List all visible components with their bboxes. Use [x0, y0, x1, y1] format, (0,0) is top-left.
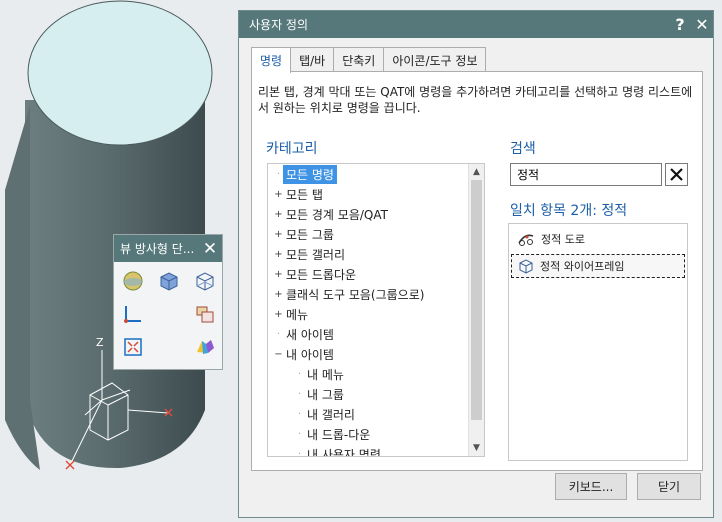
- clear-search-button[interactable]: [665, 163, 688, 186]
- tree-item-label: 내 메뉴: [307, 367, 344, 382]
- tree-item[interactable]: + 모든 탭: [268, 184, 484, 204]
- tree-item-label: 새 아이템: [286, 327, 334, 342]
- tree-item[interactable]: + 모든 드롭다운: [268, 264, 484, 284]
- tree-item[interactable]: · 내 메뉴: [268, 364, 484, 384]
- road-icon: [518, 234, 534, 246]
- tree-item[interactable]: + 모든 갤러리: [268, 244, 484, 264]
- category-tree[interactable]: · 모든 명령 + 모든 탭 + 모든 경계 모음/QAT + 모든 그룹 + 모든 갤러리 + 모든…: [267, 163, 485, 457]
- tree-item-label: 내 갤러리: [307, 407, 355, 422]
- tree-item-label: 내 드롭-다운: [307, 427, 371, 442]
- expander-icon[interactable]: +: [274, 269, 283, 280]
- tree-item[interactable]: + 모든 그룹: [268, 224, 484, 244]
- z-axis-label: Z: [96, 336, 104, 349]
- scroll-up-icon[interactable]: ▲: [469, 164, 484, 180]
- expander-icon[interactable]: −: [274, 349, 283, 360]
- tree-item[interactable]: · 새 아이템: [268, 324, 484, 344]
- view-popup-header: 뷰 방사형 단... ✕: [114, 235, 222, 262]
- scroll-down-icon[interactable]: ▼: [469, 440, 484, 456]
- wireframe-cube-icon: [519, 259, 533, 274]
- keyboard-button[interactable]: 키보드...: [555, 473, 627, 500]
- tab-shortcuts[interactable]: 단축키: [333, 47, 385, 72]
- list-item[interactable]: 정적 도로: [511, 227, 685, 251]
- instructions-text: 리본 탭, 경계 막대 또는 QAT에 명령을 추가하려면 카테고리를 선택하고…: [258, 85, 693, 115]
- tree-item[interactable]: · 내 그룹: [268, 384, 484, 404]
- result-label: 정적 도로: [541, 233, 585, 246]
- tree-connector: ·: [276, 328, 281, 340]
- shaded-cube-icon[interactable]: [151, 264, 187, 297]
- tab-commands[interactable]: 명령: [251, 47, 292, 73]
- close-icon[interactable]: ✕: [198, 239, 222, 259]
- tab-tabs-bars[interactable]: 탭/바: [290, 47, 335, 72]
- tree-connector: ·: [297, 448, 302, 457]
- tree-scrollbar[interactable]: ▲ ▼: [468, 164, 484, 456]
- tree-item[interactable]: · 모든 명령: [268, 164, 484, 184]
- tree-item-label: 모든 탭: [286, 187, 323, 202]
- dialog-titlebar[interactable]: 사용자 정의 ? ✕: [239, 11, 713, 38]
- tree-item-label: 클래식 도구 모음(그룹으로): [286, 287, 425, 302]
- tree-item-label: 모든 경계 모음/QAT: [286, 207, 388, 222]
- tree-item-label: 모든 그룹: [286, 227, 334, 242]
- result-label: 정적 와이어프레임: [540, 260, 625, 273]
- tree-item-label: 모든 드롭다운: [286, 267, 357, 282]
- expander-icon[interactable]: +: [274, 289, 283, 300]
- close-icon[interactable]: ✕: [691, 15, 713, 34]
- dialog-footer: 키보드... 닫기: [555, 473, 701, 500]
- wireframe-cube-icon[interactable]: [187, 264, 223, 297]
- tree-item-label: 모든 명령: [283, 164, 337, 184]
- expander-icon[interactable]: +: [274, 189, 283, 200]
- search-label: 검색: [510, 141, 536, 157]
- view-popup-title: 뷰 방사형 단...: [120, 242, 195, 256]
- category-label: 카테고리: [266, 141, 318, 157]
- tree-item-label: 내 아이템: [286, 347, 334, 362]
- list-item[interactable]: 정적 와이어프레임: [511, 254, 685, 278]
- tree-item[interactable]: · 내 드롭-다운: [268, 424, 484, 444]
- tab-icons-tooltips[interactable]: 아이콘/도구 정보: [383, 47, 487, 72]
- tree-item[interactable]: · 내 사용자 명령: [268, 444, 484, 457]
- axis-view-icon[interactable]: [115, 297, 151, 330]
- tree-item-label: 내 그룹: [307, 387, 344, 402]
- customize-dialog: 사용자 정의 ? ✕ 명령 탭/바 단축키 아이콘/도구 정보 리본 탭, 경계…: [238, 10, 714, 518]
- tree-connector: ·: [297, 408, 302, 420]
- search-input[interactable]: [510, 163, 662, 186]
- tree-item[interactable]: · 내 갤러리: [268, 404, 484, 424]
- tree-connector: ·: [297, 368, 302, 380]
- help-icon[interactable]: ?: [669, 15, 691, 34]
- scroll-thumb[interactable]: [471, 180, 482, 420]
- tree-connector: ·: [297, 428, 302, 440]
- expander-icon[interactable]: +: [274, 209, 283, 220]
- expander-icon[interactable]: +: [274, 229, 283, 240]
- results-list[interactable]: 정적 도로 정적 와이어프레임: [508, 223, 688, 461]
- close-button[interactable]: 닫기: [637, 473, 701, 500]
- tree-item-label: 내 사용자 명령: [307, 447, 381, 457]
- cylinder-top: [27, 0, 213, 146]
- tab-strip: 명령 탭/바 단축키 아이콘/도구 정보: [251, 47, 487, 73]
- results-count-label: 일치 항목 2개: 정적: [510, 203, 628, 219]
- fit-view-icon[interactable]: [115, 330, 151, 363]
- section-view-icon[interactable]: [187, 297, 223, 330]
- close-icon: [670, 168, 683, 181]
- shaded-sphere-icon[interactable]: [115, 264, 151, 297]
- commands-panel: 리본 탭, 경계 막대 또는 QAT에 명령을 추가하려면 카테고리를 선택하고…: [251, 71, 703, 471]
- tree-item-label: 모든 갤러리: [286, 247, 346, 262]
- expander-icon[interactable]: +: [274, 249, 283, 260]
- tree-item[interactable]: + 메뉴: [268, 304, 484, 324]
- expander-icon[interactable]: +: [274, 309, 283, 320]
- view-radial-popup: 뷰 방사형 단... ✕: [113, 234, 223, 370]
- tree-connector: ·: [297, 388, 302, 400]
- tree-connector: ·: [276, 168, 281, 180]
- tree-item[interactable]: − 내 아이템: [268, 344, 484, 364]
- dialog-title: 사용자 정의: [249, 18, 309, 32]
- tree-item[interactable]: + 클래식 도구 모음(그룹으로): [268, 284, 484, 304]
- tree-item[interactable]: + 모든 경계 모음/QAT: [268, 204, 484, 224]
- tree-item-label: 메뉴: [286, 307, 309, 322]
- color-strip-icon[interactable]: [187, 330, 223, 363]
